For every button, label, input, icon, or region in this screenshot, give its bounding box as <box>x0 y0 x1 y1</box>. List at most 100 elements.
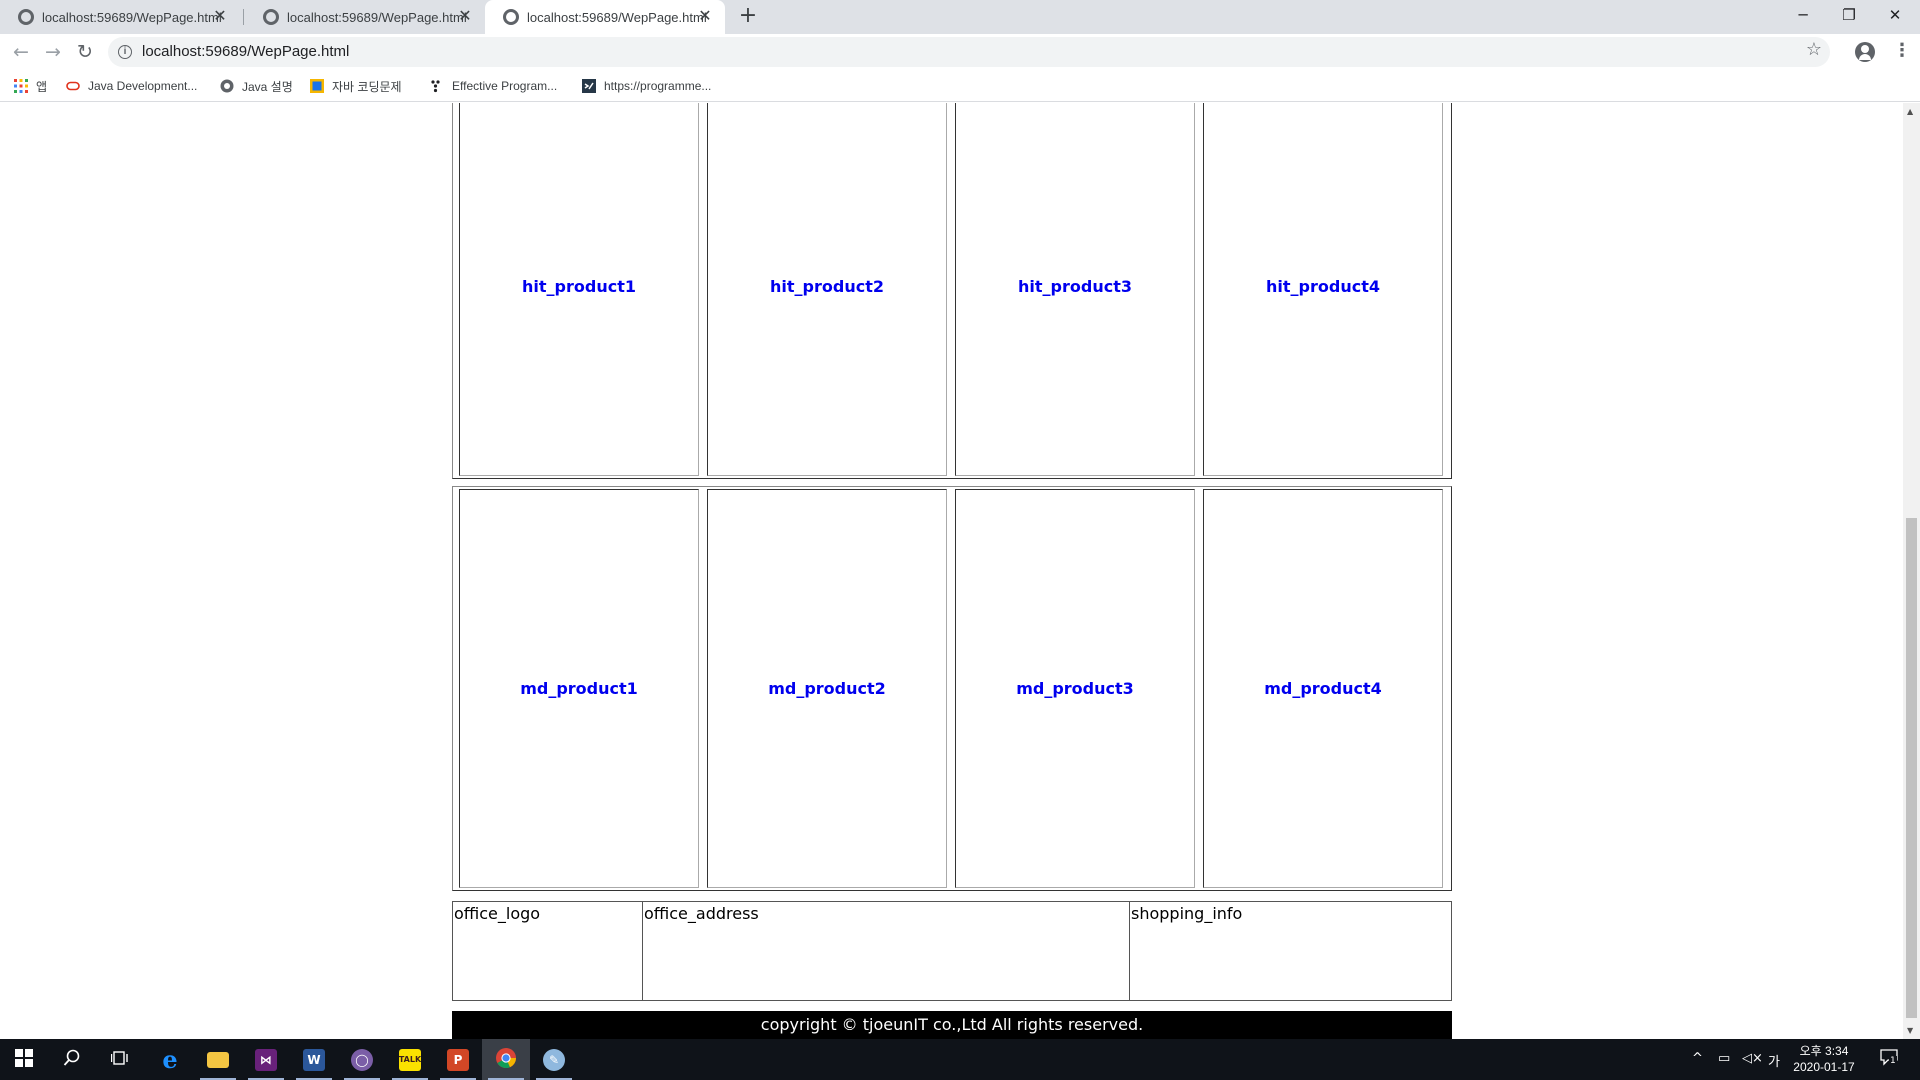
ime-indicator[interactable]: 가 <box>1768 1051 1780 1070</box>
circle-app[interactable]: ◯ <box>338 1039 386 1080</box>
office-address-cell: office_address <box>643 902 1130 1000</box>
hit-product-cell: hit_product1 <box>459 103 699 476</box>
powerpoint-app[interactable]: P <box>434 1039 482 1080</box>
browser-toolbar: ← → ↻ i localhost:59689/WepPage.html ☆ ⋮ <box>0 34 1920 70</box>
hit-product-link[interactable]: hit_product2 <box>770 277 884 296</box>
hit-products-table: hit_product1 hit_product2 hit_product3 h… <box>452 103 1452 479</box>
bookmark-java-coding-problems[interactable]: 자바 코딩문제 <box>310 77 402 95</box>
new-tab-plus-icon[interactable]: + <box>736 5 760 29</box>
globe-icon <box>263 9 279 25</box>
hit-product-link[interactable]: hit_product1 <box>522 277 636 296</box>
tab-title: localhost:59689/WepPage.html <box>527 9 707 25</box>
forward-arrow-icon[interactable]: → <box>40 40 66 66</box>
oracle-icon <box>66 79 80 93</box>
md-product-link[interactable]: md_product3 <box>1016 679 1134 698</box>
restore-window-button[interactable]: ❐ <box>1826 0 1872 30</box>
folder-icon <box>207 1051 229 1068</box>
paint-icon: ✎ <box>543 1048 565 1071</box>
circle-app-icon: ◯ <box>351 1048 373 1071</box>
edge-app[interactable]: e <box>146 1039 194 1080</box>
dots-icon <box>430 79 444 93</box>
notification-count: 1 <box>1889 1056 1897 1066</box>
programmers-icon <box>582 79 596 93</box>
bookmark-doc-icon <box>310 79 324 93</box>
bookmark-label: https://programme... <box>604 79 712 93</box>
md-product-link[interactable]: md_product2 <box>768 679 886 698</box>
paint-app[interactable]: ✎ <box>530 1039 578 1080</box>
system-clock[interactable]: 오후 3:34 2020-01-17 <box>1788 1043 1860 1075</box>
kakaotalk-icon: TALK <box>399 1048 421 1071</box>
bookmark-label: Java Development... <box>88 79 198 93</box>
bookmark-label: 앱 <box>36 79 48 94</box>
shopping-info-cell: shopping_info <box>1131 904 1243 923</box>
close-tab-icon[interactable]: ✕ <box>455 7 475 27</box>
tab-title: localhost:59689/WepPage.html <box>287 9 467 25</box>
md-product-cell: md_product4 <box>1203 489 1443 888</box>
browser-tab-3-active[interactable]: localhost:59689/WepPage.html ✕ <box>485 0 725 34</box>
md-product-cell: md_product3 <box>955 489 1195 888</box>
kebab-menu-icon[interactable]: ⋮ <box>1893 40 1911 61</box>
file-explorer-app[interactable] <box>194 1039 242 1080</box>
visual-studio-icon: ⋈ <box>255 1048 277 1071</box>
md-product-link[interactable]: md_product1 <box>520 679 638 698</box>
bookmark-java-development[interactable]: Java Development... <box>66 77 197 95</box>
hit-product-link[interactable]: hit_product3 <box>1018 277 1132 296</box>
close-tab-icon[interactable]: ✕ <box>695 7 715 27</box>
bookmark-programmers[interactable]: https://programme... <box>582 77 711 95</box>
windows-icon <box>15 1048 33 1071</box>
md-products-table: md_product1 md_product2 md_product3 md_p… <box>452 486 1452 891</box>
md-product-cell: md_product2 <box>707 489 947 888</box>
hit-product-cell: hit_product4 <box>1203 103 1443 476</box>
kakaotalk-app[interactable]: TALK <box>386 1039 434 1080</box>
bookmark-effective-programming[interactable]: Effective Program... <box>430 77 557 95</box>
close-window-button[interactable]: ✕ <box>1872 0 1918 30</box>
profile-avatar-icon[interactable] <box>1855 42 1875 62</box>
edge-icon: e <box>162 1045 178 1074</box>
minimize-window-button[interactable]: ─ <box>1780 0 1826 30</box>
globe-icon <box>18 9 34 25</box>
back-arrow-icon[interactable]: ← <box>8 40 34 66</box>
network-icon[interactable]: ▭ <box>1718 1051 1730 1066</box>
tab-separator <box>243 9 244 25</box>
task-view-button[interactable] <box>96 1039 144 1080</box>
close-tab-icon[interactable]: ✕ <box>210 7 230 27</box>
hit-product-link[interactable]: hit_product4 <box>1266 277 1380 296</box>
tab-title: localhost:59689/WepPage.html# <box>42 9 222 25</box>
browser-tab-2[interactable]: localhost:59689/WepPage.html ✕ <box>245 0 485 34</box>
hit-product-cell: hit_product2 <box>707 103 947 476</box>
reload-icon[interactable]: ↻ <box>72 40 98 66</box>
site-info-icon[interactable]: i <box>118 45 132 59</box>
scroll-down-arrow-icon[interactable]: ▼ <box>1907 1026 1913 1035</box>
globe-icon <box>503 9 519 25</box>
clock-time: 오후 3:34 <box>1799 1044 1849 1058</box>
volume-muted-icon[interactable]: ◁× <box>1742 1051 1763 1066</box>
clock-date: 2020-01-17 <box>1793 1060 1855 1074</box>
page-scrollbar[interactable]: ▲ ▼ <box>1903 103 1920 1039</box>
scroll-up-arrow-icon[interactable]: ▲ <box>1907 107 1913 116</box>
footer-info-table: office_logo office_address shopping_info <box>452 901 1452 1001</box>
globe-icon <box>220 79 234 93</box>
apps-grid-icon <box>14 79 28 93</box>
copyright-footer: copyright © tjoeunIT co.,Ltd All rights … <box>452 1011 1452 1039</box>
word-app[interactable]: W <box>290 1039 338 1080</box>
visual-studio-app[interactable]: ⋈ <box>242 1039 290 1080</box>
tab-strip: localhost:59689/WepPage.html# ✕ localhos… <box>0 0 1920 34</box>
hit-product-cell: hit_product3 <box>955 103 1195 476</box>
notification-center-icon[interactable]: 1 <box>1880 1048 1898 1070</box>
bookmark-label: 자바 코딩문제 <box>332 79 402 94</box>
md-product-link[interactable]: md_product4 <box>1264 679 1382 698</box>
bookmark-label: Java 설명 <box>242 79 293 94</box>
bookmark-java-explanation[interactable]: Java 설명 <box>220 77 293 95</box>
bookmark-apps[interactable]: 앱 <box>14 77 47 95</box>
scrollbar-thumb[interactable] <box>1906 518 1917 1018</box>
search-button[interactable] <box>48 1039 96 1080</box>
search-icon <box>63 1049 81 1071</box>
task-view-icon <box>110 1049 129 1071</box>
bookmark-star-icon[interactable]: ☆ <box>1806 39 1822 60</box>
start-button[interactable] <box>0 1039 48 1080</box>
url-text[interactable]: localhost:59689/WepPage.html <box>142 43 349 60</box>
browser-tab-1[interactable]: localhost:59689/WepPage.html# ✕ <box>0 0 240 34</box>
chrome-app[interactable] <box>482 1039 530 1080</box>
show-hidden-icons-chevron-icon[interactable]: ^ <box>1692 1051 1703 1066</box>
address-bar[interactable]: i localhost:59689/WepPage.html ☆ <box>108 37 1830 67</box>
